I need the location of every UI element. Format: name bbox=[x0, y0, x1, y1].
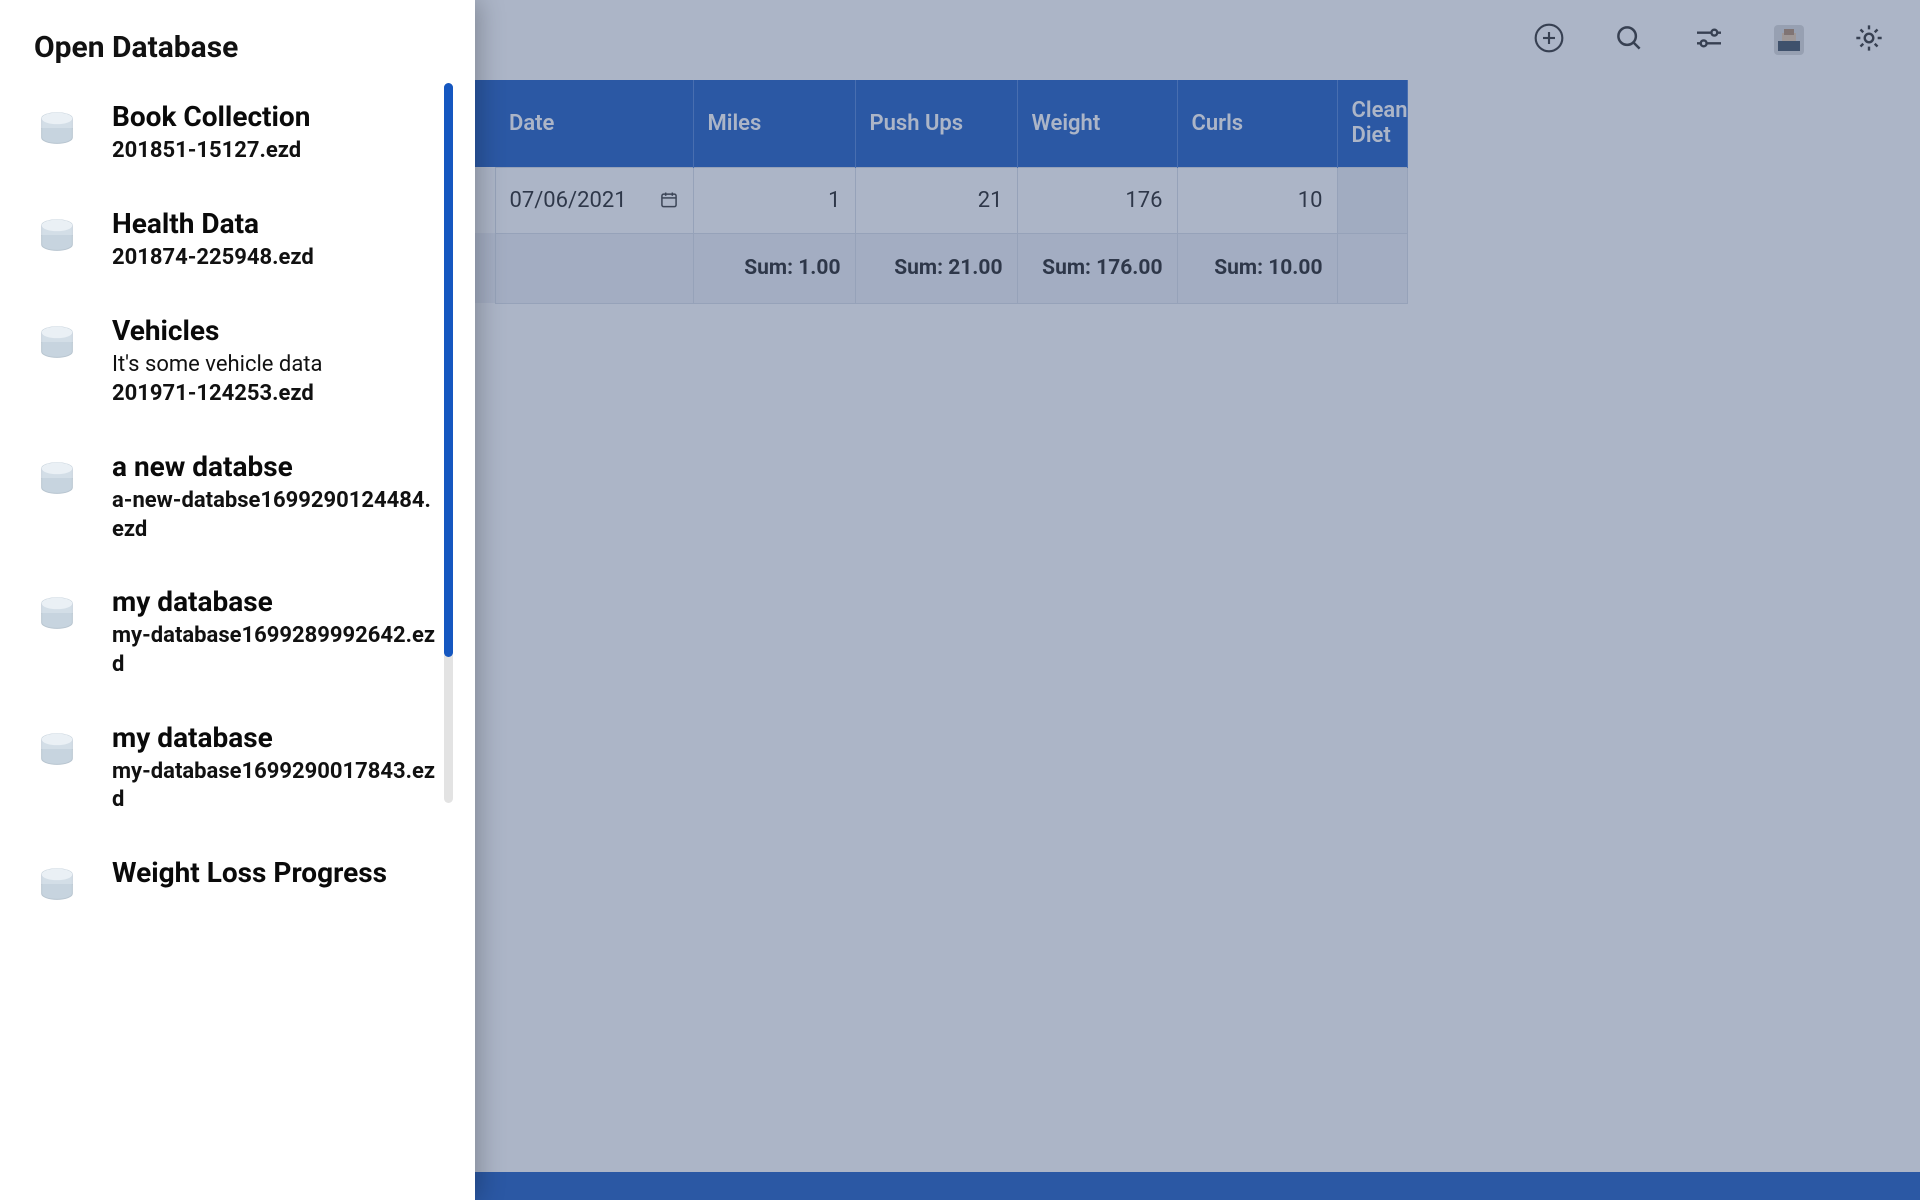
database-item[interactable]: a new databse a-new-databse1699290124484.… bbox=[34, 433, 437, 568]
database-item-name: Vehicles bbox=[112, 315, 437, 347]
database-list-container: Book Collection 201851-15127.ezd Health D… bbox=[0, 83, 475, 1200]
database-item-file: 201874-225948.ezd bbox=[112, 244, 437, 273]
database-icon bbox=[34, 319, 84, 369]
database-item-text: my database my-database1699289992642.ezd bbox=[112, 586, 437, 679]
drawer-scrollbar-thumb[interactable] bbox=[444, 83, 453, 657]
database-item[interactable]: my database my-database1699289992642.ezd bbox=[34, 568, 437, 703]
database-icon bbox=[34, 590, 84, 640]
database-icon bbox=[34, 105, 84, 155]
database-icon bbox=[34, 726, 84, 776]
database-item-text: a new databse a-new-databse1699290124484.… bbox=[112, 451, 437, 544]
database-item-text: Vehicles It's some vehicle data201971-124… bbox=[112, 315, 437, 409]
database-item-text: Book Collection 201851-15127.ezd bbox=[112, 101, 437, 166]
database-list[interactable]: Book Collection 201851-15127.ezd Health D… bbox=[0, 83, 437, 1200]
database-item-file: 201971-124253.ezd bbox=[112, 380, 437, 409]
database-icon bbox=[34, 455, 84, 505]
open-database-drawer: Open Database Book Collection 201851-1512… bbox=[0, 0, 475, 1200]
database-item-name: a new databse bbox=[112, 451, 437, 483]
drawer-scrollbar-track[interactable] bbox=[444, 83, 453, 803]
database-item-text: Health Data 201874-225948.ezd bbox=[112, 208, 437, 273]
database-item-text: Weight Loss Progress bbox=[112, 857, 437, 893]
database-item-text: my database my-database1699290017843.ezd bbox=[112, 722, 437, 815]
database-item-name: Weight Loss Progress bbox=[112, 857, 437, 889]
database-item-file: 201851-15127.ezd bbox=[112, 137, 437, 166]
database-item-desc: It's some vehicle data bbox=[112, 351, 437, 379]
database-item-name: Book Collection bbox=[112, 101, 437, 133]
drawer-title: Open Database bbox=[0, 0, 475, 83]
database-item-name: Health Data bbox=[112, 208, 437, 240]
database-item[interactable]: Weight Loss Progress bbox=[34, 839, 437, 935]
database-item[interactable]: Health Data 201874-225948.ezd bbox=[34, 190, 437, 297]
database-item-file: my-database1699289992642.ezd bbox=[112, 622, 437, 679]
database-item[interactable]: my database my-database1699290017843.ezd bbox=[34, 704, 437, 839]
database-item-name: my database bbox=[112, 586, 437, 618]
database-item-file: a-new-databse1699290124484.ezd bbox=[112, 487, 437, 544]
database-item-name: my database bbox=[112, 722, 437, 754]
database-item-file: my-database1699290017843.ezd bbox=[112, 758, 437, 815]
database-item[interactable]: Vehicles It's some vehicle data201971-124… bbox=[34, 297, 437, 433]
database-item[interactable]: Book Collection 201851-15127.ezd bbox=[34, 83, 437, 190]
database-icon bbox=[34, 861, 84, 911]
database-icon bbox=[34, 212, 84, 262]
